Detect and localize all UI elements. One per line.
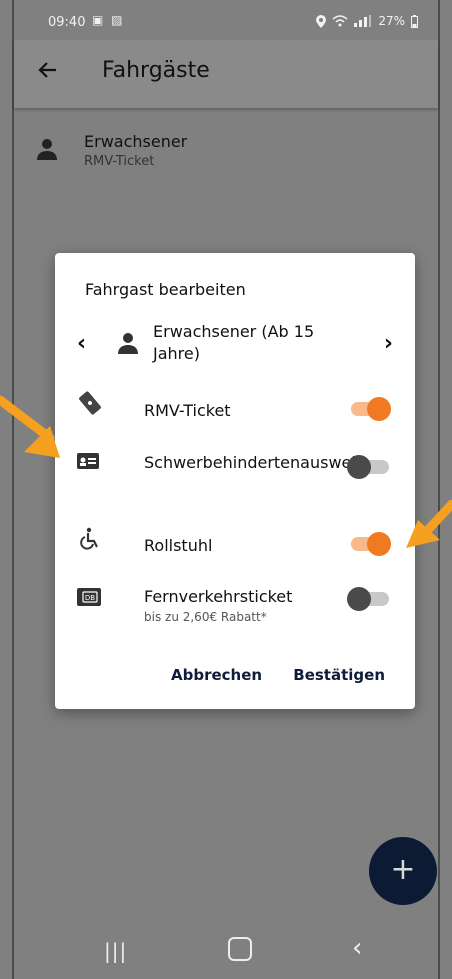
option-sublabel: bis zu 2,60€ Rabatt*: [144, 610, 267, 624]
status-right-icons: 27%: [316, 14, 418, 28]
status-time: 09:40: [48, 15, 86, 30]
toggle-knob: [367, 397, 391, 421]
person-icon: [118, 333, 138, 354]
confirm-button[interactable]: Bestätigen: [293, 666, 385, 684]
annotation-arrow-left: [0, 395, 60, 458]
dialog-title: Fahrgast bearbeiten: [85, 280, 246, 299]
long-distance-toggle[interactable]: [347, 587, 389, 611]
edit-passenger-dialog: Fahrgast bearbeiten ‹ Erwachsener (Ab 15…: [55, 253, 415, 709]
option-row-long-distance: DB Fernverkehrsticket bis zu 2,60€ Rabat…: [55, 583, 415, 633]
toggle-knob: [367, 532, 391, 556]
toggle-knob: [347, 455, 371, 479]
passenger-subtitle: RMV-Ticket: [84, 154, 155, 169]
back-button[interactable]: [36, 58, 64, 86]
option-label: Rollstuhl: [144, 536, 213, 555]
svg-text:DB: DB: [85, 594, 95, 602]
db-icon: DB: [77, 588, 101, 606]
passenger-list-item[interactable]: Erwachsener RMV-Ticket: [14, 120, 438, 180]
arrow-left-icon: [38, 62, 56, 78]
wheelchair-toggle[interactable]: [351, 532, 391, 556]
previous-type-button[interactable]: ‹: [77, 331, 86, 356]
signal-icon: [354, 15, 372, 27]
option-row-rmv-ticket: RMV-Ticket: [55, 388, 415, 428]
option-row-disability-card: Schwerbehindertenausweis: [55, 446, 415, 500]
option-label: Schwerbehindertenausweis: [144, 453, 365, 472]
page-title: Fahrgäste: [102, 58, 210, 83]
disability-card-toggle[interactable]: [347, 455, 389, 479]
recent-apps-button[interactable]: |||: [104, 939, 127, 963]
wifi-icon: [332, 15, 348, 27]
toggle-knob: [347, 587, 371, 611]
wheelchair-icon: [80, 527, 98, 550]
annotation-arrow-right: [406, 500, 452, 548]
next-type-button[interactable]: ›: [384, 331, 393, 356]
option-row-wheelchair: Rollstuhl: [55, 523, 415, 563]
passenger-title: Erwachsener: [84, 132, 188, 151]
option-label: RMV-Ticket: [144, 401, 231, 420]
system-back-button[interactable]: ‹: [352, 933, 362, 963]
cancel-button[interactable]: Abbrechen: [171, 666, 262, 684]
option-label: Fernverkehrsticket: [144, 587, 293, 606]
person-icon: [37, 139, 57, 160]
add-passenger-button[interactable]: +: [369, 837, 437, 905]
status-bar: 09:40 ▣ ▨ 27%: [14, 0, 438, 40]
notification-icons: ▣ ▨: [92, 13, 125, 27]
battery-percentage: 27%: [378, 14, 405, 28]
app-bar: Fahrgäste: [14, 40, 438, 108]
rmv-ticket-toggle[interactable]: [351, 397, 391, 421]
passenger-type-label: Erwachsener (Ab 15 Jahre): [153, 322, 315, 363]
home-button[interactable]: [228, 937, 252, 961]
system-navigation-bar: ||| ‹: [14, 919, 438, 979]
battery-icon: [411, 14, 418, 28]
location-icon: [316, 14, 327, 28]
ticket-icon: [79, 391, 101, 415]
right-frame-border: [438, 0, 440, 979]
id-card-icon: [77, 453, 99, 469]
